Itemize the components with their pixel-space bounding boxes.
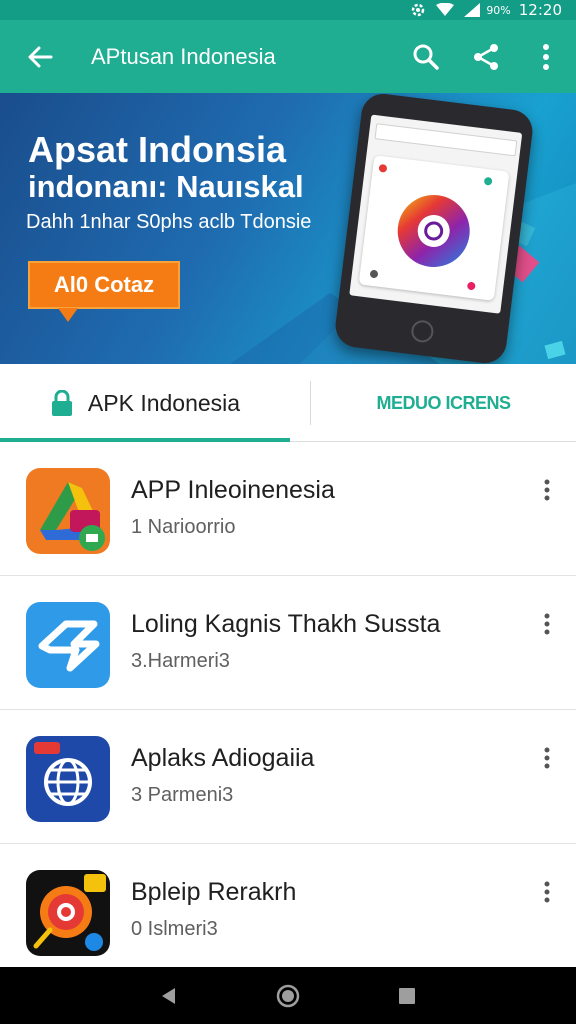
app-subtitle: 1 Narioorrio	[131, 516, 236, 538]
list-item[interactable]: Bpleip Rerakrh 0 Islmeri3	[0, 844, 576, 978]
nav-home-button[interactable]	[268, 976, 308, 1016]
status-bar: 90% 12:20	[0, 0, 576, 20]
item-more-button[interactable]	[532, 470, 562, 510]
nav-home-icon	[276, 984, 300, 1007]
more-vert-icon	[544, 613, 550, 635]
arrow-logo-app-icon	[26, 602, 110, 688]
nav-back-icon	[162, 987, 176, 1004]
item-more-button[interactable]	[532, 872, 562, 912]
tab-second[interactable]: MEDUO ICRENS	[311, 364, 576, 442]
more-vert-icon	[544, 747, 550, 769]
list-item[interactable]: Aplaks Adiogaiia 3 Parmeni3	[0, 710, 576, 844]
app-name: APP Inleoinenesia	[131, 476, 335, 504]
more-vert-icon	[543, 43, 549, 70]
record-app-icon	[26, 870, 110, 956]
app-name: Bpleip Rerakrh	[131, 878, 297, 906]
app-subtitle: 3.Harmeri3	[131, 650, 230, 672]
color-wheel-graphic	[370, 164, 493, 290]
app-subtitle: 3 Parmeni3	[131, 784, 234, 806]
app-bar-title: APtusan Indonesia	[91, 43, 276, 69]
search-icon	[413, 44, 439, 70]
more-vert-icon	[544, 881, 550, 903]
app-name: Loling Kagnis Thakh Sussta	[131, 610, 441, 638]
more-vert-icon	[544, 479, 550, 501]
tab-bar: APK Indonesia MEDUO ICRENS	[0, 364, 576, 442]
tab-apk-indonesia-label: APK Indonesia	[87, 389, 241, 416]
phone-screen-card	[358, 155, 510, 301]
system-nav-bar	[0, 967, 576, 1024]
banner-title: Apsat Indonsia	[28, 129, 287, 170]
nav-back-button[interactable]	[149, 976, 189, 1016]
search-button[interactable]	[396, 20, 456, 93]
tab-second-label: MEDUO ICRENS	[376, 392, 511, 413]
battery-percentage: 90%	[486, 3, 511, 17]
banner-cta-pointer	[58, 308, 78, 322]
phone-screen-searchbar	[374, 123, 518, 157]
settings-icon	[410, 2, 426, 18]
list-item[interactable]: APP Inleoinenesia 1 Narioorrio	[0, 442, 576, 576]
wifi-icon	[436, 3, 455, 17]
share-icon	[474, 43, 498, 70]
more-options-button[interactable]	[516, 20, 576, 93]
item-more-button[interactable]	[532, 738, 562, 778]
phone-home-button	[410, 319, 435, 344]
lock-icon	[51, 390, 72, 416]
share-button[interactable]	[456, 20, 516, 93]
phone-mockup-image	[333, 93, 535, 364]
app-name: Aplaks Adiogaiia	[131, 744, 315, 772]
list-item[interactable]: Loling Kagnis Thakh Sussta 3.Harmeri3	[0, 576, 576, 710]
nav-recents-icon	[398, 987, 415, 1004]
banner-cta-button[interactable]: Al0 Cotaz	[28, 261, 180, 309]
nav-recents-button[interactable]	[387, 976, 427, 1016]
banner-title-line2: indonanı: Nauıskal	[28, 169, 304, 204]
item-more-button[interactable]	[532, 604, 562, 644]
promo-banner[interactable]: Apsat Indonsia indonanı: Nauıskal Dahh 1…	[0, 93, 576, 364]
app-bar: APtusan Indonesia	[0, 20, 576, 93]
status-time: 12:20	[518, 1, 562, 19]
back-arrow-icon	[28, 46, 53, 67]
app-list: APP Inleoinenesia 1 Narioorrio Loling Ka…	[0, 442, 576, 978]
signal-icon	[464, 3, 481, 17]
banner-subtitle: Dahh 1nhar S0phs aclb Tdonsie	[26, 211, 312, 233]
back-button[interactable]	[0, 20, 80, 93]
tab-apk-indonesia[interactable]: APK Indonesia	[0, 364, 290, 442]
app-subtitle: 0 Islmeri3	[131, 918, 218, 940]
phone-screen	[349, 114, 523, 314]
drive-style-app-icon	[26, 468, 110, 554]
globe-app-icon	[26, 736, 110, 822]
